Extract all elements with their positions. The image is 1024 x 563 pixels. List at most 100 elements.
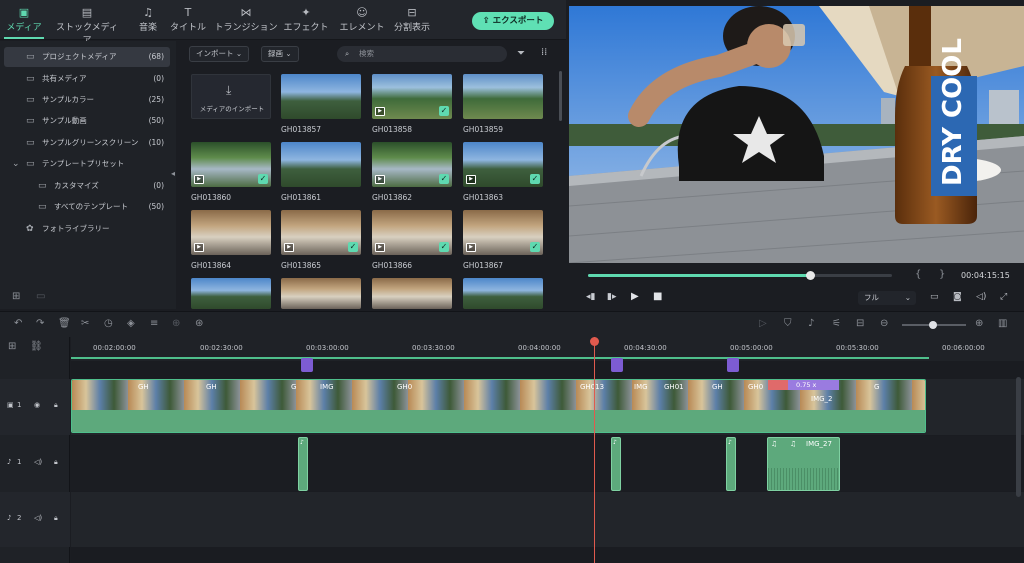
timeline-marker[interactable] bbox=[727, 358, 739, 372]
play-icon[interactable]: ▶ bbox=[631, 291, 639, 302]
volume-icon[interactable]: ◁) bbox=[976, 292, 986, 302]
audio-clip[interactable]: ♪ bbox=[726, 437, 736, 491]
lock-icon[interactable]: 🔒︎ bbox=[54, 458, 58, 467]
filter-icon[interactable]: ⏷ bbox=[517, 48, 525, 59]
fullscreen-icon[interactable]: ⤢ bbox=[1000, 292, 1007, 302]
media-thumb[interactable]: ▶ ✓ bbox=[463, 210, 543, 255]
tab-split-screen[interactable]: ⊟ 分割表示 bbox=[388, 6, 436, 38]
audio-track-icon: ♪ bbox=[7, 514, 12, 522]
playhead-handle[interactable] bbox=[590, 337, 599, 346]
stabilize-icon[interactable]: ⊕ bbox=[172, 318, 180, 329]
color-icon[interactable]: ◈ bbox=[127, 318, 135, 329]
prev-frame-icon[interactable]: ◂▮ bbox=[586, 292, 595, 302]
motion-icon[interactable]: ⊛ bbox=[195, 318, 203, 329]
mic-icon[interactable]: ♪ bbox=[808, 318, 814, 329]
import-dropdown[interactable]: インポート ⌄ bbox=[189, 46, 250, 62]
media-thumb[interactable] bbox=[191, 278, 271, 309]
audio-clip[interactable]: ♫ ♫ IMG_27 bbox=[767, 437, 840, 491]
zoom-out-icon[interactable]: ⊖ bbox=[880, 318, 888, 329]
undo-icon[interactable]: ↶ bbox=[14, 318, 22, 329]
media-thumb[interactable] bbox=[463, 74, 543, 119]
zoom-slider-knob[interactable] bbox=[929, 321, 937, 329]
next-frame-icon[interactable]: ▮▸ bbox=[607, 292, 616, 302]
tab-media[interactable]: ▣ メディア bbox=[0, 6, 48, 39]
playback-progress-track[interactable] bbox=[588, 271, 892, 280]
video-clip-strip[interactable]: GH GH G IMG GH0 GH013 IMG GH01 GH GH0 0.… bbox=[71, 379, 926, 433]
speaker-icon[interactable]: ◁) bbox=[34, 458, 42, 466]
media-thumb[interactable]: ▶ bbox=[191, 210, 271, 255]
media-thumb[interactable]: ▶ ✓ bbox=[372, 142, 452, 187]
stop-icon[interactable]: ■ bbox=[653, 291, 662, 302]
folder-sample-greenscreen[interactable]: ▭ サンプルグリーンスクリーン (10) bbox=[4, 133, 170, 153]
render-icon[interactable]: ▷ bbox=[759, 318, 767, 329]
quality-select[interactable]: フル ⌄ bbox=[858, 291, 916, 305]
audio-track-icon: ♪ bbox=[7, 458, 12, 466]
media-scrollbar[interactable] bbox=[559, 71, 562, 121]
record-dropdown[interactable]: 録画 ⌄ bbox=[261, 46, 299, 62]
zoom-in-icon[interactable]: ⊕ bbox=[975, 318, 983, 329]
audio-clip[interactable]: ♪ bbox=[298, 437, 308, 491]
audio-clip[interactable]: ♪ bbox=[611, 437, 621, 491]
link-icon[interactable]: ⛓ bbox=[30, 341, 43, 352]
media-thumb[interactable]: ▶ ✓ bbox=[372, 210, 452, 255]
speed-badge[interactable]: 0.75 x bbox=[788, 380, 839, 390]
marker-icon[interactable]: ⛉ bbox=[784, 318, 792, 329]
timeline-scrollbar[interactable] bbox=[1016, 377, 1021, 497]
folder-sample-video[interactable]: ▭ サンプル動画 (50) bbox=[4, 111, 170, 131]
tab-stock-media[interactable]: ▤ ストックメディア bbox=[52, 6, 122, 46]
effect-icon: ✦ bbox=[301, 6, 311, 19]
folder-customize[interactable]: ▭ カスタマイズ (0) bbox=[4, 176, 170, 196]
media-thumb[interactable] bbox=[463, 278, 543, 309]
folder-shared-media[interactable]: ▭ 共有メディア (0) bbox=[4, 69, 170, 89]
timeline-playhead[interactable] bbox=[594, 337, 595, 563]
timeline-marker[interactable] bbox=[611, 358, 623, 372]
tab-elements[interactable]: ☺ エレメント bbox=[338, 6, 386, 38]
mark-out-icon[interactable]: } bbox=[939, 269, 945, 280]
folder-project-media[interactable]: ▭ プロジェクトメディア (68) bbox=[4, 47, 170, 67]
folder-icon[interactable]: ▭ bbox=[36, 291, 45, 302]
timeline-marker[interactable] bbox=[301, 358, 313, 372]
media-thumb[interactable]: ▶ ✓ bbox=[463, 142, 543, 187]
cut-icon[interactable]: ✂ bbox=[81, 318, 89, 329]
adjust-icon[interactable]: ≡ bbox=[150, 318, 158, 329]
snap-icon[interactable]: ⊟ bbox=[856, 318, 864, 329]
add-track-icon[interactable]: ⊞ bbox=[8, 341, 16, 352]
tab-effects[interactable]: ✦ エフェクト bbox=[282, 6, 330, 38]
tab-transitions[interactable]: ⋈ トランジション bbox=[214, 6, 278, 38]
speaker-icon[interactable]: ◁) bbox=[34, 514, 42, 522]
media-thumb[interactable] bbox=[281, 74, 361, 119]
tab-titles[interactable]: T タイトル bbox=[164, 6, 212, 38]
import-media-tile[interactable]: ⤓ メディアのインポート bbox=[191, 74, 271, 119]
media-thumb[interactable]: ▶ ✓ bbox=[372, 74, 452, 119]
audio-mix-icon[interactable]: ⚟ bbox=[832, 318, 841, 329]
audio-track-2-header: ♪ 2 ◁) 🔒︎ bbox=[0, 492, 70, 547]
lock-icon[interactable]: 🔒︎ bbox=[54, 401, 58, 410]
redo-icon[interactable]: ↷ bbox=[36, 318, 44, 329]
snapshot-icon[interactable]: ◙ bbox=[953, 292, 962, 302]
zoom-slider[interactable] bbox=[902, 321, 966, 329]
folder-all-templates[interactable]: ▭ すべてのテンプレート (50) bbox=[4, 197, 170, 217]
playhead-knob[interactable] bbox=[805, 271, 815, 280]
display-icon[interactable]: ▭ bbox=[930, 292, 939, 302]
export-button[interactable]: ⇪ エクスポート bbox=[472, 12, 554, 30]
folder-icon: ▭ bbox=[26, 138, 35, 148]
media-thumb[interactable]: ▶ ✓ bbox=[191, 142, 271, 187]
media-thumb[interactable] bbox=[372, 278, 452, 309]
media-thumb[interactable]: ▶ ✓ bbox=[281, 210, 361, 255]
add-folder-icon[interactable]: ⊞ bbox=[12, 291, 20, 302]
delete-icon[interactable]: 🗑 bbox=[58, 318, 71, 329]
lock-icon[interactable]: 🔒︎ bbox=[54, 514, 58, 523]
media-thumb[interactable] bbox=[281, 142, 361, 187]
folder-photo-library[interactable]: ✿ フォトライブラリー bbox=[4, 219, 170, 239]
folder-template-presets[interactable]: ⌄ ▭ テンプレートプリセット bbox=[4, 154, 170, 174]
collapse-panel-icon[interactable]: ◂ bbox=[171, 169, 175, 178]
stock-icon: ▤ bbox=[81, 6, 93, 19]
layout-icon[interactable]: ▥ bbox=[998, 318, 1007, 329]
mark-in-icon[interactable]: { bbox=[915, 269, 921, 280]
eye-icon[interactable]: ◉ bbox=[34, 401, 40, 409]
media-thumb[interactable] bbox=[281, 278, 361, 309]
search-input[interactable]: ⌕ 検索 bbox=[337, 46, 507, 62]
speed-icon[interactable]: ◷ bbox=[104, 318, 113, 329]
grid-view-icon[interactable]: ⁞⁞ bbox=[541, 47, 547, 58]
folder-sample-colors[interactable]: ▭ サンプルカラー (25) bbox=[4, 90, 170, 110]
